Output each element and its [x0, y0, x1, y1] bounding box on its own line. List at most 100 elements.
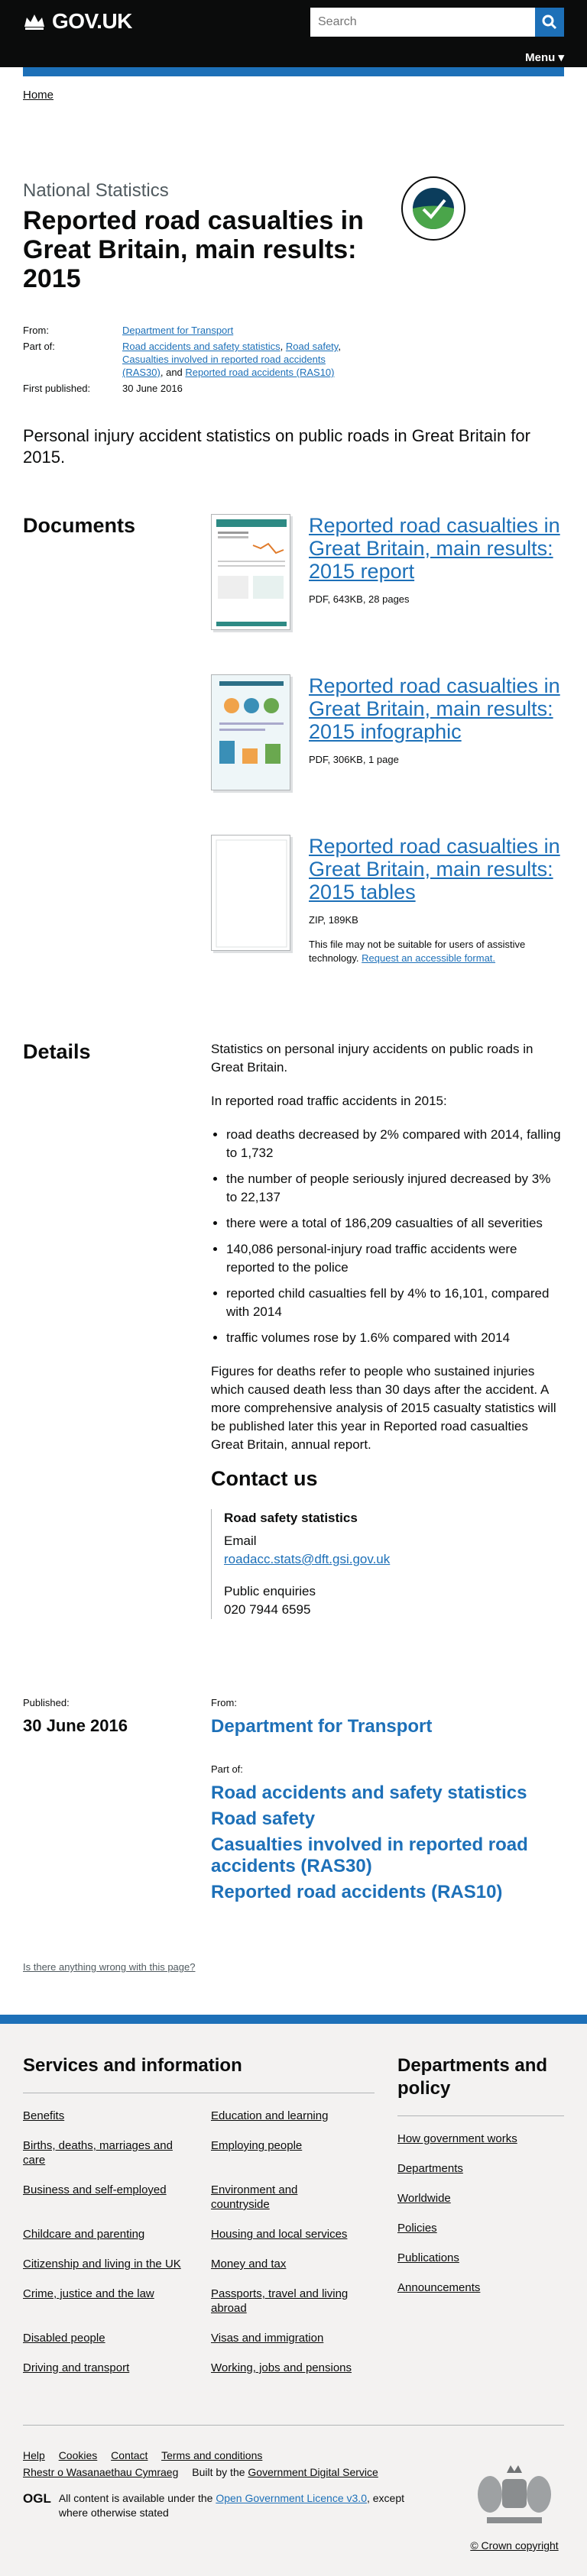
footer-link[interactable]: Departments — [397, 2161, 564, 2176]
site-footer: Services and information Benefits Educat… — [0, 2015, 587, 2576]
footer-welsh-link[interactable]: Rhestr o Wasanaethau Cymraeg — [23, 2466, 178, 2478]
footer-link[interactable]: Environment and countryside — [211, 2183, 375, 2212]
footer-link[interactable]: Business and self-employed — [23, 2183, 211, 2212]
footer-link[interactable]: Working, jobs and pensions — [211, 2361, 375, 2375]
contact-name: Road safety statistics — [224, 1511, 358, 1525]
metadata: From: Department for Transport Part of: … — [23, 324, 564, 395]
footer-link[interactable]: Disabled people — [23, 2331, 211, 2345]
details-paragraph: Statistics on personal injury accidents … — [211, 1042, 533, 1075]
published-label: Published: — [23, 1697, 70, 1708]
footer-link[interactable]: Publications — [397, 2251, 564, 2265]
accessibility-note: This file may not be suitable for users … — [309, 939, 526, 964]
part-of-label: Part of: — [211, 1763, 243, 1775]
logo-text: GOV.UK — [52, 9, 132, 33]
from-link[interactable]: Department for Transport — [211, 1716, 564, 1737]
footer-link[interactable]: Policies — [397, 2221, 564, 2235]
footer-link[interactable]: Benefits — [23, 2109, 211, 2123]
document-item: Reported road casualties in Great Britai… — [211, 514, 564, 630]
report-thumbnail-icon — [216, 519, 287, 626]
footer-link[interactable]: Passports, travel and living abroad — [211, 2287, 375, 2316]
document-link[interactable]: Reported road casualties in Great Britai… — [309, 835, 564, 903]
document-link[interactable]: Reported road casualties in Great Britai… — [309, 674, 564, 743]
documents-heading: Documents — [23, 514, 136, 537]
report-problem-link[interactable]: Is there anything wrong with this page? — [23, 1961, 195, 1973]
part-of-link[interactable]: Road accidents and safety statistics — [122, 341, 281, 352]
page-kicker: National Statistics — [23, 180, 169, 201]
footer-link[interactable]: Education and learning — [211, 2109, 375, 2123]
part-of-link[interactable]: Reported road accidents (RAS10) — [211, 1882, 564, 1903]
list-item: road deaths decreased by 2% compared wit… — [226, 1126, 564, 1162]
document-meta: PDF, 643KB, 28 pages — [309, 593, 410, 605]
details-section: Details Statistics on personal injury ac… — [0, 1040, 587, 1633]
document-thumbnail[interactable] — [211, 835, 290, 951]
search-form — [310, 8, 564, 37]
list-item: the number of people seriously injured d… — [226, 1170, 564, 1207]
email-link[interactable]: roadacc.stats@dft.gsi.gov.uk — [224, 1552, 390, 1566]
footer-link[interactable]: Housing and local services — [211, 2227, 375, 2241]
part-of-link[interactable]: Casualties involved in reported road acc… — [211, 1834, 564, 1877]
list-item: there were a total of 186,209 casualties… — [226, 1214, 564, 1233]
details-paragraph: Figures for deaths refer to people who s… — [211, 1364, 556, 1452]
document-thumbnail[interactable] — [211, 674, 290, 790]
site-header: GOV.UK Menu ▾ — [0, 0, 587, 67]
document-item: Reported road casualties in Great Britai… — [211, 835, 564, 965]
footer-link[interactable]: Citizenship and living in the UK — [23, 2257, 211, 2271]
contact-card: Road safety statistics Email roadacc.sta… — [211, 1509, 564, 1619]
search-input[interactable] — [310, 8, 535, 37]
from-link[interactable]: Department for Transport — [122, 325, 233, 336]
footer-meta: Help Cookies Contact Terms and condition… — [23, 2425, 564, 2552]
published-label: First published: — [23, 383, 91, 394]
document-thumbnail[interactable] — [211, 514, 290, 630]
footer-terms-link[interactable]: Terms and conditions — [161, 2449, 262, 2461]
footer-link[interactable]: Childcare and parenting — [23, 2227, 211, 2241]
part-of-link[interactable]: Road accidents and safety statistics — [211, 1783, 564, 1804]
separator: , — [280, 341, 286, 352]
national-statistics-logo — [401, 176, 465, 241]
footer-link[interactable]: Money and tax — [211, 2257, 375, 2271]
footer-link[interactable]: Driving and transport — [23, 2361, 211, 2375]
document-link[interactable]: Reported road casualties in Great Britai… — [309, 514, 564, 583]
footer-link[interactable]: Births, deaths, marriages and care — [23, 2138, 211, 2167]
part-of-link[interactable]: Reported road accidents (RAS10) — [185, 367, 334, 378]
from-label: From: — [211, 1697, 237, 1708]
title-block: National Statistics Reported road casual… — [0, 176, 587, 293]
part-of-link[interactable]: Road safety — [211, 1808, 564, 1830]
publication-meta: Published: 30 June 2016 From: Department… — [0, 1697, 587, 1908]
crown-copyright-link[interactable]: © Crown copyright — [465, 2539, 564, 2552]
infographic-thumbnail-icon — [212, 675, 290, 790]
footer-link[interactable]: Announcements — [397, 2280, 564, 2295]
published-date: 30 June 2016 — [23, 1716, 128, 1735]
govuk-logo[interactable]: GOV.UK — [23, 9, 132, 34]
details-heading: Details — [23, 1040, 91, 1063]
footer-help-link[interactable]: Help — [23, 2449, 45, 2461]
header-blue-bar — [23, 67, 564, 76]
part-of-label: Part of: — [23, 341, 55, 352]
departments-heading: Departments and policy — [397, 2054, 564, 2116]
phone-label: Public enquiries — [224, 1584, 316, 1598]
list-item: 140,086 personal-injury road traffic acc… — [226, 1240, 564, 1277]
separator: , — [338, 341, 341, 352]
part-of-link[interactable]: Road safety — [286, 341, 338, 352]
details-list: road deaths decreased by 2% compared wit… — [226, 1126, 564, 1347]
footer-contact-link[interactable]: Contact — [111, 2449, 148, 2461]
footer-link[interactable]: Worldwide — [397, 2191, 564, 2206]
footer-link[interactable]: Crime, justice and the law — [23, 2287, 211, 2316]
ogl-logo: OGL — [23, 2491, 51, 2506]
services-heading: Services and information — [23, 2054, 375, 2093]
from-label: From: — [23, 325, 49, 336]
footer-cookies-link[interactable]: Cookies — [59, 2449, 98, 2461]
contact-heading: Contact us — [211, 1467, 318, 1490]
ogl-link[interactable]: Open Government Licence v3.0 — [216, 2492, 367, 2504]
built-by-text: Built by the — [192, 2466, 245, 2478]
menu-button[interactable]: Menu ▾ — [525, 50, 564, 64]
footer-link[interactable]: Employing people — [211, 2138, 375, 2167]
request-accessible-format-link[interactable]: Request an accessible format. — [362, 952, 495, 964]
document-meta: PDF, 306KB, 1 page — [309, 754, 399, 765]
breadcrumb: Home — [0, 76, 587, 115]
footer-link[interactable]: Visas and immigration — [211, 2331, 375, 2345]
crown-icon — [24, 15, 44, 30]
footer-link[interactable]: How government works — [397, 2132, 564, 2146]
search-button[interactable] — [535, 8, 564, 37]
gds-link[interactable]: Government Digital Service — [248, 2466, 378, 2478]
breadcrumb-home[interactable]: Home — [23, 89, 54, 102]
